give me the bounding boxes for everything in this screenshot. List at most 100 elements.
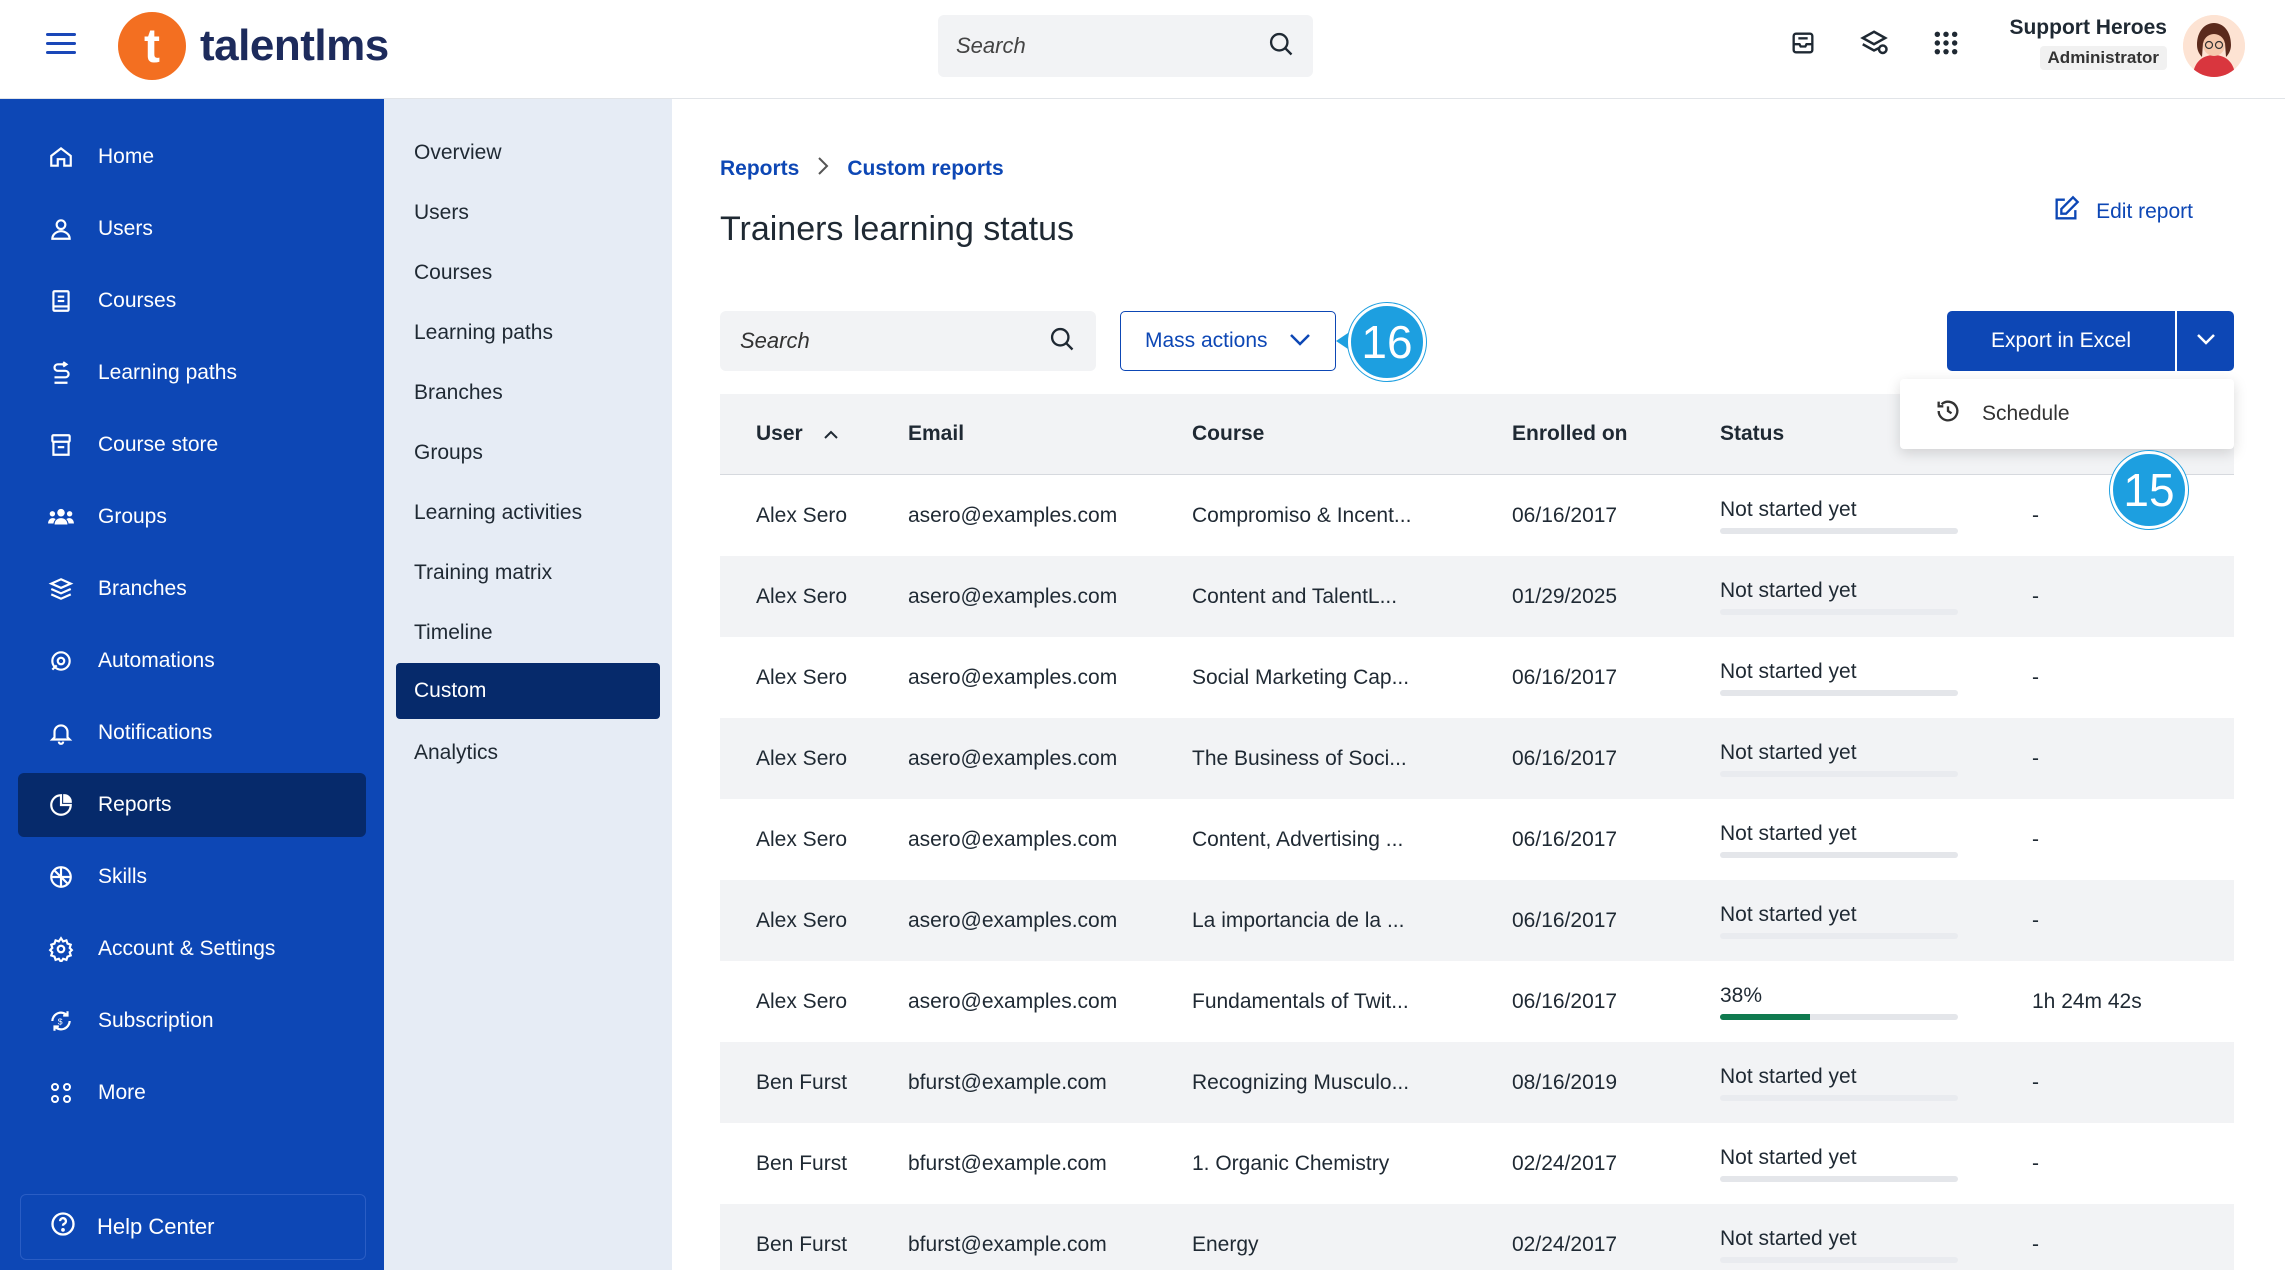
- report-search-input[interactable]: [740, 328, 1040, 354]
- progress-bar: [1720, 1094, 1958, 1101]
- cell-time: -: [2032, 746, 2039, 770]
- cell-enrolled-on: 06/16/2017: [1512, 989, 1618, 1013]
- table-row[interactable]: Ben Furst bfurst@example.com 1. Organic Ch…: [720, 1123, 2234, 1204]
- subnav-item-learning-paths[interactable]: Learning paths: [396, 305, 660, 361]
- sidebar-item-label: Branches: [98, 577, 187, 600]
- cell-course[interactable]: Content, Advertising ...: [1192, 828, 1512, 852]
- breadcrumb-custom-reports[interactable]: Custom reports: [847, 157, 1003, 181]
- subnav-item-analytics[interactable]: Analytics: [396, 725, 660, 781]
- cell-email: asero@examples.com: [908, 503, 1118, 527]
- table-row[interactable]: Alex Sero asero@examples.com Content, Adve…: [720, 799, 2234, 880]
- sidebar-item-course-store[interactable]: Course store: [18, 413, 366, 477]
- chevron-right-icon: [817, 156, 829, 182]
- cell-course[interactable]: The Business of Soci...: [1192, 747, 1512, 771]
- cell-status: Not started yet: [1720, 498, 2032, 534]
- subnav-item-timeline[interactable]: Timeline: [396, 605, 660, 661]
- status-text: Not started yet: [1720, 1145, 1857, 1169]
- subnav-item-custom[interactable]: Custom: [396, 663, 660, 719]
- cell-course[interactable]: La importancia de la ...: [1192, 909, 1512, 933]
- cell-course[interactable]: Content and TalentL...: [1192, 585, 1512, 609]
- sidebar-item-branches[interactable]: Branches: [18, 557, 366, 621]
- mass-actions-dropdown[interactable]: Mass actions: [1120, 311, 1336, 371]
- sidebar-item-label: Skills: [98, 865, 148, 888]
- subnav-item-training-matrix[interactable]: Training matrix: [396, 545, 660, 601]
- cell-user[interactable]: Ben Furst: [720, 1233, 908, 1257]
- sidebar-item-users[interactable]: Users: [18, 197, 366, 261]
- column-header-label: User: [756, 422, 803, 445]
- search-icon[interactable]: [1267, 30, 1295, 63]
- subnav-item-users[interactable]: Users: [396, 185, 660, 241]
- table-row[interactable]: Alex Sero asero@examples.com Social Market…: [720, 637, 2234, 718]
- help-center-button[interactable]: Help Center: [20, 1194, 366, 1260]
- column-header-course[interactable]: Course: [1192, 422, 1512, 446]
- sidebar-item-home[interactable]: Home: [18, 125, 366, 189]
- user-role-badge: Administrator: [2039, 46, 2167, 70]
- table-row[interactable]: Ben Furst bfurst@example.com Energy 02/24/2…: [720, 1204, 2234, 1270]
- sidebar-item-skills[interactable]: Skills: [18, 845, 366, 909]
- table-row[interactable]: Alex Sero asero@examples.com Compromiso & …: [720, 475, 2234, 556]
- home-icon: [46, 142, 76, 172]
- sidebar-item-learning-paths[interactable]: Learning paths: [18, 341, 366, 405]
- cell-course[interactable]: Social Marketing Cap...: [1192, 666, 1512, 690]
- status-text: Not started yet: [1720, 659, 1857, 683]
- cell-user[interactable]: Alex Sero: [720, 828, 908, 852]
- sidebar-item-label: Learning paths: [98, 361, 237, 384]
- inbox-icon[interactable]: [1786, 26, 1820, 60]
- cell-course[interactable]: Compromiso & Incent...: [1192, 504, 1512, 528]
- table-row[interactable]: Ben Furst bfurst@example.com Recognizing M…: [720, 1042, 2234, 1123]
- apps-grid-icon[interactable]: [1929, 26, 1963, 60]
- subnav-item-courses[interactable]: Courses: [396, 245, 660, 301]
- global-search-input[interactable]: [956, 33, 1246, 59]
- sidebar-item-automations[interactable]: Automations: [18, 629, 366, 693]
- sidebar-item-notifications[interactable]: Notifications: [18, 701, 366, 765]
- cell-course[interactable]: Fundamentals of Twit...: [1192, 990, 1512, 1014]
- schedule-menu-item[interactable]: Schedule: [1982, 402, 2070, 426]
- subnav-item-overview[interactable]: Overview: [396, 125, 660, 181]
- cell-time: -: [2032, 1232, 2039, 1256]
- cell-user[interactable]: Alex Sero: [720, 666, 908, 690]
- sidebar-item-subscription[interactable]: $ Subscription: [18, 989, 366, 1053]
- cell-user[interactable]: Ben Furst: [720, 1071, 908, 1095]
- cell-user[interactable]: Alex Sero: [720, 504, 908, 528]
- column-header-email[interactable]: Email: [908, 422, 1192, 446]
- cell-user[interactable]: Alex Sero: [720, 909, 908, 933]
- column-header-enrolled-on[interactable]: Enrolled on: [1512, 422, 1720, 446]
- table-row[interactable]: Alex Sero asero@examples.com Fundamentals …: [720, 961, 2234, 1042]
- subnav-item-groups[interactable]: Groups: [396, 425, 660, 481]
- search-icon[interactable]: [1048, 325, 1076, 358]
- column-header-user[interactable]: User: [720, 422, 908, 446]
- edit-report-link[interactable]: Edit report: [2052, 195, 2193, 229]
- reports-subnav: Overview Users Courses Learning paths Br…: [384, 99, 672, 1270]
- breadcrumb-reports[interactable]: Reports: [720, 157, 799, 181]
- sidebar-item-groups[interactable]: Groups: [18, 485, 366, 549]
- cell-course[interactable]: Recognizing Musculo...: [1192, 1071, 1512, 1095]
- sidebar-item-account-settings[interactable]: Account & Settings: [18, 917, 366, 981]
- cell-course[interactable]: 1. Organic Chemistry: [1192, 1152, 1512, 1176]
- export-excel-button[interactable]: Export in Excel: [1947, 311, 2175, 371]
- subnav-item-branches[interactable]: Branches: [396, 365, 660, 421]
- user-info[interactable]: Support Heroes Administrator: [2009, 16, 2167, 70]
- cell-user[interactable]: Ben Furst: [720, 1152, 908, 1176]
- logo[interactable]: t talentlms: [118, 12, 389, 80]
- subscription-icon: $: [46, 1006, 76, 1036]
- cell-user[interactable]: Alex Sero: [720, 585, 908, 609]
- cell-course[interactable]: Energy: [1192, 1233, 1512, 1257]
- cell-user[interactable]: Alex Sero: [720, 990, 908, 1014]
- cell-user[interactable]: Alex Sero: [720, 747, 908, 771]
- table-row[interactable]: Alex Sero asero@examples.com Content and T…: [720, 556, 2234, 637]
- logo-mark: t: [118, 12, 186, 80]
- sidebar-item-courses[interactable]: Courses: [18, 269, 366, 333]
- avatar[interactable]: [2183, 15, 2245, 77]
- subnav-item-learning-activities[interactable]: Learning activities: [396, 485, 660, 541]
- table-row[interactable]: Alex Sero asero@examples.com La importanci…: [720, 880, 2234, 961]
- page-title: Trainers learning status: [720, 210, 1075, 248]
- table-row[interactable]: Alex Sero asero@examples.com The Business …: [720, 718, 2234, 799]
- export-options-toggle[interactable]: [2177, 311, 2234, 371]
- sidebar-item-reports[interactable]: Reports: [18, 773, 366, 837]
- sidebar-item-more[interactable]: More: [18, 1061, 366, 1125]
- breadcrumb: Reports Custom reports: [720, 156, 1004, 182]
- help-center-label: Help Center: [97, 1214, 215, 1239]
- cell-enrolled-on: 06/16/2017: [1512, 827, 1618, 851]
- layers-sync-icon[interactable]: [1857, 26, 1891, 60]
- menu-icon[interactable]: [46, 33, 76, 59]
